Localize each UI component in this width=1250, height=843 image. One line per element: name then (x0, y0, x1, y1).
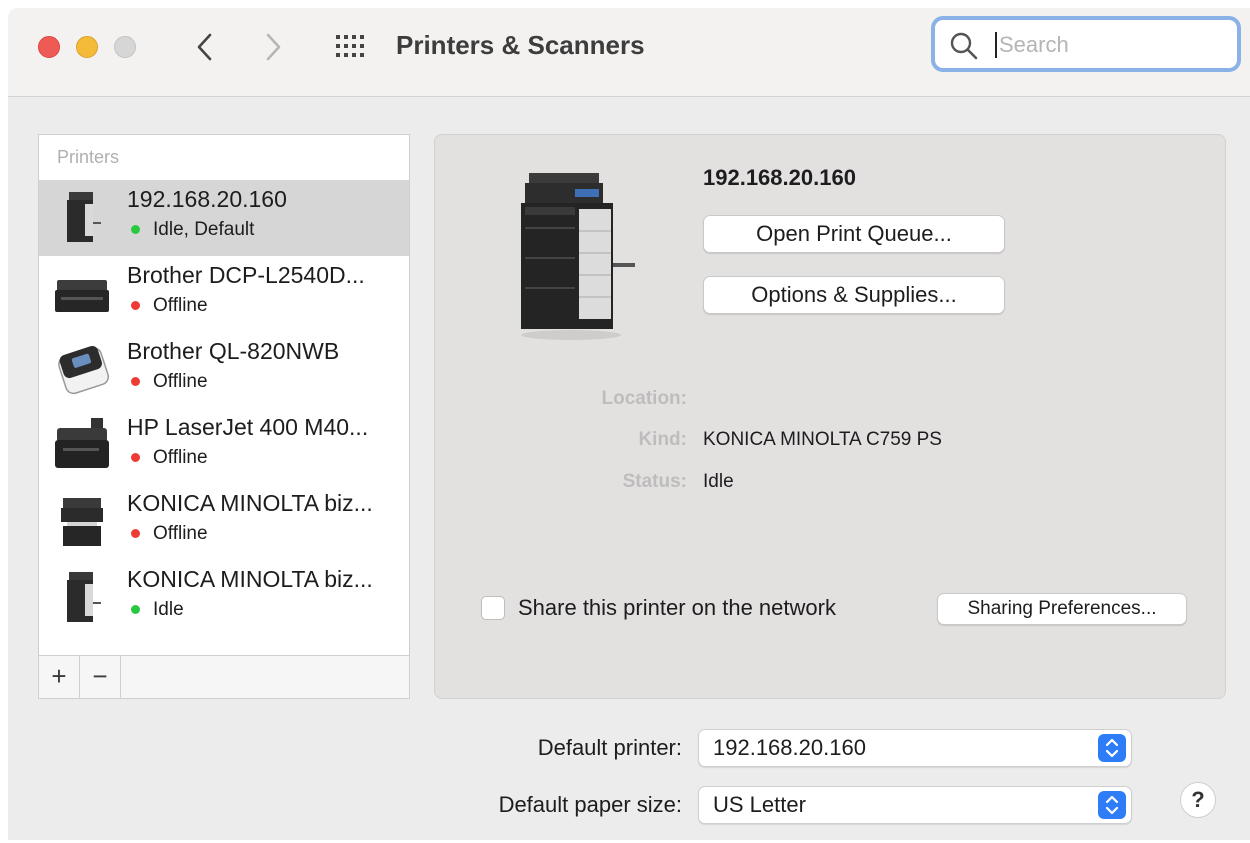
search-input[interactable] (997, 28, 1231, 62)
status-dot (131, 529, 140, 538)
printer-name: 192.168.20.160 (127, 186, 287, 212)
printer-name: Brother QL-820NWB (127, 338, 340, 364)
location-label: Location: (601, 388, 688, 409)
chevron-left-icon (197, 33, 212, 61)
status-dot (131, 453, 140, 462)
printers-scanners-window: Printers & Scanners Printers 192.168.20.… (8, 8, 1250, 840)
default-printer-value: 192.168.20.160 (713, 735, 866, 760)
printer-image (521, 173, 635, 340)
minimize-window-button[interactable] (76, 36, 98, 58)
show-all-button[interactable] (332, 31, 372, 61)
search-icon (950, 32, 978, 60)
printer-name: Brother DCP-L2540D... (127, 262, 365, 288)
printer-row[interactable]: 192.168.20.160 Idle, Default (39, 180, 409, 256)
status-dot (131, 301, 140, 310)
default-paper-size-value: US Letter (713, 792, 806, 817)
default-paper-size-popup[interactable]: US Letter (698, 786, 1132, 824)
close-window-button[interactable] (38, 36, 60, 58)
multifunction-printer-icon (67, 192, 101, 242)
chevron-right-icon (266, 33, 281, 61)
grid-icon (336, 35, 364, 57)
default-printer-label: Default printer: (537, 735, 682, 760)
multifunction-printer-icon (61, 498, 103, 546)
printer-status: Offline (153, 523, 208, 544)
remove-printer-button[interactable]: − (80, 656, 121, 698)
status-dot (131, 605, 140, 614)
zoom-window-button[interactable] (114, 36, 136, 58)
status-value: Idle (703, 471, 734, 492)
toolbar: Printers & Scanners (8, 8, 1250, 97)
status-dot (131, 225, 140, 234)
up-down-arrows-icon (1098, 791, 1126, 819)
printer-list: Printers 192.168.20.160 Idle, Default Br… (38, 134, 410, 699)
add-printer-button[interactable]: + (39, 656, 80, 698)
printer-row[interactable]: Brother DCP-L2540D... Offline (39, 256, 409, 332)
share-printer-checkbox[interactable] (481, 596, 505, 620)
default-printer-popup[interactable]: 192.168.20.160 (698, 729, 1132, 767)
help-button[interactable]: ? (1180, 782, 1216, 818)
printer-row[interactable]: HP LaserJet 400 M40... Offline (39, 408, 409, 484)
share-printer-label: Share this printer on the network (518, 595, 836, 620)
printer-list-footer: + − (39, 655, 409, 698)
kind-value: KONICA MINOLTA C759 PS (703, 429, 942, 450)
laser-printer-icon (55, 418, 109, 468)
default-paper-size-label: Default paper size: (498, 792, 682, 817)
printer-row[interactable]: KONICA MINOLTA biz... Idle (39, 560, 409, 636)
printer-status: Offline (153, 447, 208, 468)
printer-status: Idle (153, 599, 184, 620)
forward-button[interactable] (258, 30, 288, 64)
status-label: Status: (622, 471, 687, 492)
printer-status: Offline (153, 295, 208, 316)
printer-name: HP LaserJet 400 M40... (127, 414, 369, 440)
printer-status: Offline (153, 371, 208, 392)
search-field[interactable] (931, 16, 1241, 72)
up-down-arrows-icon (1098, 734, 1126, 762)
printer-row[interactable]: Brother QL-820NWB Offline (39, 332, 409, 408)
printer-status: Idle, Default (153, 219, 255, 240)
multifunction-printer-icon (67, 572, 101, 622)
laser-printer-icon (55, 280, 109, 312)
printer-detail-panel: 192.168.20.160 Open Print Queue... Optio… (434, 134, 1226, 699)
options-supplies-button[interactable]: Options & Supplies... (703, 276, 1005, 314)
printer-title: 192.168.20.160 (703, 165, 856, 190)
back-button[interactable] (190, 30, 220, 64)
printer-name: KONICA MINOLTA biz... (127, 566, 373, 592)
open-print-queue-button[interactable]: Open Print Queue... (703, 215, 1005, 253)
window-title: Printers & Scanners (396, 30, 645, 60)
status-dot (131, 377, 140, 386)
kind-label: Kind: (638, 429, 687, 450)
printer-name: KONICA MINOLTA biz... (127, 490, 373, 516)
printers-list-header: Printers (57, 147, 120, 167)
sharing-preferences-button[interactable]: Sharing Preferences... (937, 593, 1187, 625)
label-printer-icon (58, 346, 110, 395)
printer-row[interactable]: KONICA MINOLTA biz... Offline (39, 484, 409, 560)
